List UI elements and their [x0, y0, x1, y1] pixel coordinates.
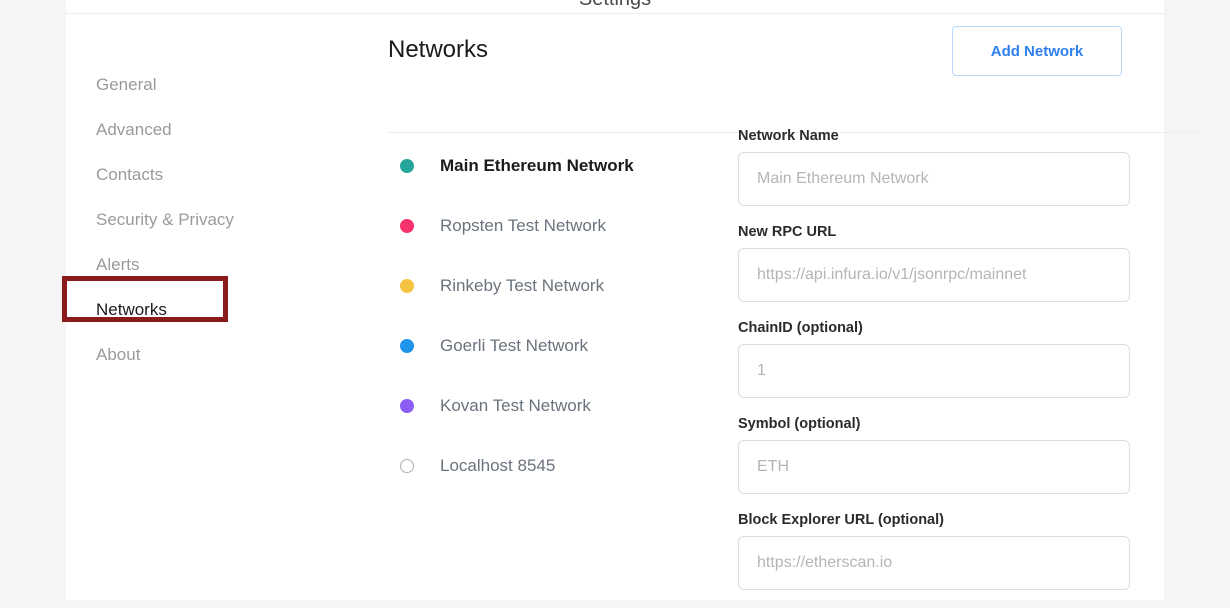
form-label-chainid: ChainID (optional) — [738, 320, 863, 336]
network-list-item-label: Localhost 8545 — [440, 456, 556, 475]
sidebar-item-security-privacy[interactable]: Security & Privacy — [66, 197, 330, 242]
sidebar-item-contacts[interactable]: Contacts — [66, 152, 330, 197]
form-field-network-name: Network Name — [738, 128, 1164, 206]
network-list: Main Ethereum Network Ropsten Test Networ… — [322, 106, 732, 608]
form-input-block-explorer-url[interactable] — [738, 536, 1130, 590]
network-dot-icon — [400, 339, 414, 353]
network-form: Network Name New RPC URL ChainID (optional… — [732, 106, 1164, 608]
network-list-item-label: Rinkeby Test Network — [440, 276, 605, 295]
content-body: Main Ethereum Network Ropsten Test Networ… — [322, 106, 1164, 608]
form-input-new-rpc-url[interactable] — [738, 248, 1130, 302]
network-list-item[interactable]: Ropsten Test Network — [400, 196, 732, 256]
panel-header: Settings — [66, 0, 1164, 14]
form-input-symbol[interactable] — [738, 440, 1130, 494]
network-dot-icon — [400, 159, 414, 173]
sidebar-item-label: Networks — [96, 300, 167, 319]
network-list-item-label: Ropsten Test Network — [440, 216, 606, 235]
form-label-new-rpc-url: New RPC URL — [738, 224, 837, 240]
add-network-button[interactable]: Add Network — [952, 26, 1122, 76]
sidebar-item-about[interactable]: About — [66, 332, 330, 377]
sidebar-item-label: General — [96, 75, 157, 94]
sidebar-item-networks[interactable]: Networks — [66, 287, 330, 332]
network-dot-icon — [400, 219, 414, 233]
settings-sidebar: General Advanced Contacts Security & Privac… — [66, 14, 330, 600]
network-list-item[interactable]: Main Ethereum Network — [400, 136, 732, 196]
network-list-item[interactable]: Rinkeby Test Network — [400, 256, 732, 316]
sidebar-item-label: Advanced — [96, 120, 172, 139]
network-list-item-label: Goerli Test Network — [440, 336, 589, 355]
sidebar-item-advanced[interactable]: Advanced — [66, 107, 330, 152]
panel-header-title: Settings — [579, 0, 651, 11]
sidebar-item-label: Alerts — [96, 255, 140, 274]
network-list-item[interactable]: Localhost 8545 — [400, 436, 732, 496]
network-list-item[interactable]: Kovan Test Network — [400, 376, 732, 436]
network-list-item[interactable]: Goerli Test Network — [400, 316, 732, 376]
form-field-chainid: ChainID (optional) — [738, 320, 1164, 398]
sidebar-item-label: Contacts — [96, 165, 164, 184]
page-title: Networks — [388, 36, 489, 63]
form-label-symbol: Symbol (optional) — [738, 416, 861, 432]
form-field-block-explorer-url: Block Explorer URL (optional) — [738, 512, 1164, 590]
settings-networks-screen: Settings General Advanced Contacts Security… — [0, 0, 1230, 600]
form-input-chainid[interactable] — [738, 344, 1130, 398]
form-field-new-rpc-url: New RPC URL — [738, 224, 1164, 302]
network-list-item-label: Main Ethereum Network — [440, 156, 634, 175]
network-dot-empty-icon — [400, 459, 414, 473]
sidebar-item-label: Security & Privacy — [96, 210, 234, 229]
content-header: Networks Add Network — [322, 14, 1154, 76]
network-list-item-label: Kovan Test Network — [440, 396, 591, 415]
network-dot-icon — [400, 279, 414, 293]
sidebar-item-general[interactable]: General — [66, 62, 330, 107]
settings-content: Networks Add Network Main Ethereum Netwo… — [322, 14, 1198, 600]
network-dot-icon — [400, 399, 414, 413]
sidebar-item-label: About — [96, 345, 141, 364]
form-label-block-explorer-url: Block Explorer URL (optional) — [738, 512, 944, 528]
form-label-network-name: Network Name — [738, 128, 839, 144]
settings-panel: Settings General Advanced Contacts Security… — [66, 0, 1198, 600]
form-field-symbol: Symbol (optional) — [738, 416, 1164, 494]
sidebar-item-alerts[interactable]: Alerts — [66, 242, 330, 287]
form-input-network-name[interactable] — [738, 152, 1130, 206]
